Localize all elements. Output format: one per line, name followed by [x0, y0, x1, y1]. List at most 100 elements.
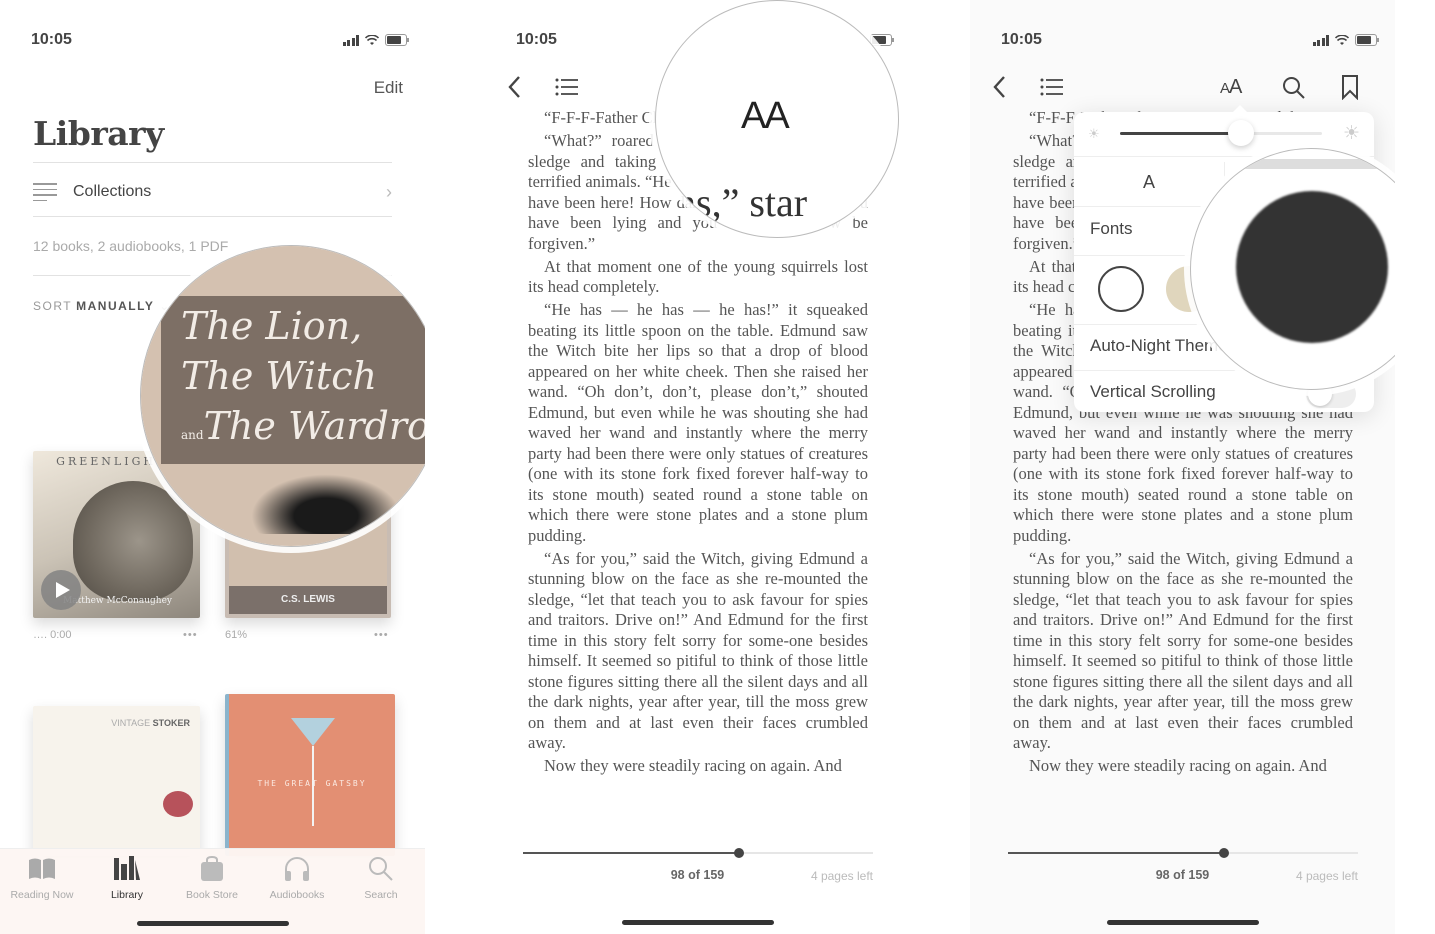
wifi-icon [1335, 34, 1349, 45]
library-screen: 10:05 Edit Library Collections › 12 book… [0, 0, 425, 934]
page-scrubber[interactable] [523, 848, 873, 858]
page-title: Library [33, 114, 164, 153]
page-scrubber-knob[interactable] [1218, 848, 1229, 858]
tab-audiobooks[interactable]: Audiobooks [257, 855, 337, 901]
magnified-line: The Lion, [181, 304, 363, 348]
page-scrubber-knob[interactable] [733, 848, 744, 858]
play-icon[interactable] [41, 570, 81, 610]
theme-night[interactable] [1236, 191, 1388, 343]
bookmark-icon[interactable] [1340, 74, 1360, 100]
brightness-slider[interactable] [1120, 120, 1322, 146]
tab-search[interactable]: Search [341, 855, 421, 901]
pages-left: 4 pages left [1295, 869, 1358, 883]
cellular-signal-icon [342, 34, 359, 46]
magnified-line: The Wardrobe [203, 404, 425, 448]
tab-label: Reading Now [10, 889, 74, 901]
library-icon [114, 856, 140, 880]
battery-icon [1355, 34, 1379, 46]
bag-icon [201, 856, 223, 881]
paragraph: At that moment one of the young squirrel… [528, 256, 868, 297]
theme-white[interactable] [1098, 266, 1144, 312]
table-of-contents-icon[interactable] [1040, 78, 1064, 96]
magnifier-callout: AA ns,” star [655, 0, 899, 238]
tab-label: Audiobooks [269, 889, 325, 901]
reader-toolbar: AA [970, 74, 1395, 104]
cover-publisher: VINTAGE [111, 718, 151, 728]
brightness-low-icon: ☀ [1088, 126, 1100, 141]
book-meta: …. 0:00 [33, 629, 72, 641]
font-settings-icon[interactable]: AA [1220, 76, 1242, 99]
status-icons [870, 34, 894, 46]
search-icon[interactable] [1282, 76, 1306, 100]
cover-title: THE GREAT GATSBY [257, 779, 367, 788]
magnified-and: and [181, 428, 204, 442]
brightness-slider-fill [1120, 132, 1242, 135]
tab-label: Search [364, 889, 398, 901]
reader-appearance-screen: 10:05 AA “F-F-F-Father Christmas,” stamm… [970, 0, 1395, 934]
cover-title: VINTAGE STOKER [111, 718, 190, 728]
page-scrubber-fill [1008, 852, 1224, 854]
list-icon [33, 183, 57, 201]
home-indicator[interactable] [621, 920, 774, 925]
paragraph: “As for you,” said the Witch, giving Edm… [528, 548, 868, 753]
page-scrubber[interactable] [1008, 848, 1358, 858]
tab-bar: Reading Now Library Book Store Audiobook… [0, 848, 425, 934]
fonts-label: Fonts [1090, 219, 1133, 238]
collections-label: Collections [73, 183, 152, 200]
collections-row[interactable]: Collections › [33, 174, 392, 210]
cocktail-glass-art [291, 718, 335, 746]
sort-label: SORT [33, 299, 73, 313]
brightness-high-icon: ☀ [1342, 123, 1360, 144]
home-indicator[interactable] [1106, 920, 1259, 925]
wifi-icon [365, 34, 379, 45]
status-icons [342, 34, 409, 46]
divider [33, 162, 392, 163]
tab-label: Library [110, 889, 144, 901]
font-settings-icon: AA [741, 81, 790, 141]
back-chevron-icon[interactable] [507, 74, 523, 100]
table-of-contents-icon[interactable] [555, 78, 579, 96]
page-scrubber-fill [523, 852, 739, 854]
cover-author: STOKER [152, 718, 190, 728]
paragraph: “As for you,” said the Witch, giving Edm… [1013, 548, 1353, 753]
paragraph: Now they were steadily racing on again. … [1029, 756, 1327, 775]
home-indicator[interactable] [136, 921, 289, 926]
headphones-icon [285, 857, 309, 881]
book-open-icon [29, 858, 55, 879]
magnified-line: The Witch [181, 354, 377, 398]
battery-icon [385, 34, 409, 46]
tab-book-store[interactable]: Book Store [172, 855, 252, 901]
status-time: 10:05 [1001, 31, 1042, 48]
pages-left: 4 pages left [810, 869, 873, 883]
search-icon [369, 857, 393, 881]
tab-label: Book Store [186, 889, 238, 901]
status-time: 10:05 [516, 31, 557, 48]
divider [33, 216, 392, 217]
magnified-cover-title: The Lion, The Witch andThe Wardrobe [181, 301, 425, 460]
paragraph: Now they were steadily racing on again. … [544, 756, 842, 775]
edit-button[interactable]: Edit [374, 78, 403, 98]
chevron-right-icon: › [386, 181, 392, 202]
paragraph: “He has — he has — he has!” it squeaked … [528, 300, 868, 545]
brightness-slider-knob[interactable] [1228, 120, 1255, 146]
auto-night-label: Auto-Night Theme [1090, 336, 1228, 355]
cover-ornament [251, 474, 401, 534]
magnified-aa: AA [741, 95, 790, 137]
blood-splatter [163, 791, 193, 817]
back-chevron-icon[interactable] [992, 74, 1008, 100]
magnified-text: ns,” star [676, 180, 808, 225]
battery-icon [870, 34, 894, 46]
book-cover-dracula[interactable]: VINTAGE STOKER [33, 706, 200, 856]
tab-reading-now[interactable]: Reading Now [2, 855, 82, 901]
more-icon[interactable]: ••• [374, 629, 389, 641]
book-progress: 61% [225, 629, 248, 641]
tab-library[interactable]: Library [87, 855, 167, 901]
more-icon[interactable]: ••• [183, 629, 198, 641]
vertical-scrolling-label: Vertical Scrolling [1090, 382, 1216, 401]
reader-screen: 10:05 “F-F-F-Father Christmas,” stammere… [485, 0, 910, 934]
status-icons [1312, 34, 1379, 46]
decrease-font-button[interactable]: A [1074, 172, 1224, 193]
cover-author: C.S. LEWIS [229, 586, 387, 614]
book-cover-great-gatsby[interactable]: THE GREAT GATSBY [225, 694, 395, 856]
magnifier-callout: The Lion, The Witch andThe Wardrobe [140, 245, 425, 547]
